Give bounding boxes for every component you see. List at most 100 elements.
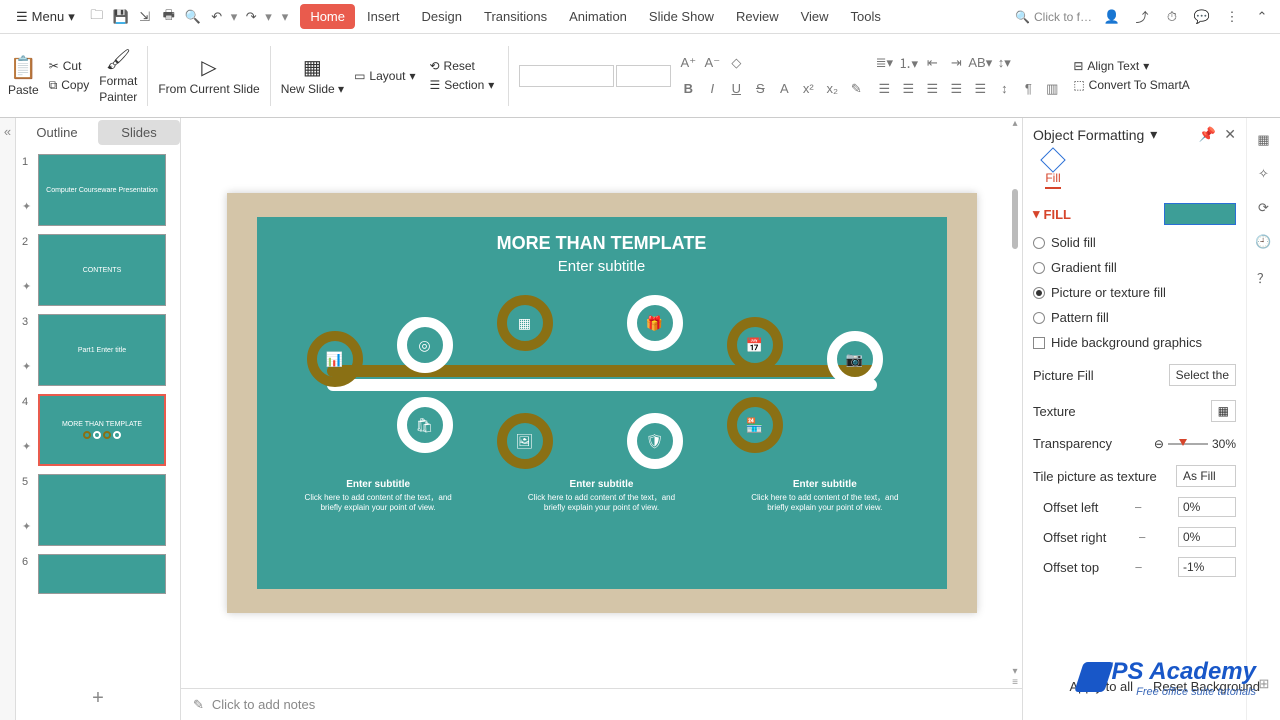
section-button[interactable]: ☰Section ▾ bbox=[425, 77, 498, 93]
clear-format-icon[interactable]: ◇ bbox=[725, 52, 747, 74]
offset-top-input[interactable]: -1% bbox=[1178, 557, 1236, 577]
redo-icon[interactable]: ↷ bbox=[241, 7, 261, 27]
italic-button[interactable]: I bbox=[701, 78, 723, 100]
fill-tab[interactable]: Fill bbox=[1033, 151, 1073, 189]
thumbnail-4[interactable]: MORE THAN TEMPLATE bbox=[38, 394, 166, 466]
reset-button[interactable]: ⟲Reset bbox=[425, 58, 498, 74]
align-right-button[interactable]: ☰ bbox=[921, 78, 943, 100]
offset-right-input[interactable]: 0% bbox=[1178, 527, 1236, 547]
bold-button[interactable]: B bbox=[677, 78, 699, 100]
align-text-button[interactable]: ⊟Align Text ▾ bbox=[1069, 58, 1194, 74]
font-color-button[interactable]: A bbox=[773, 78, 795, 100]
design-icon[interactable]: ✧ bbox=[1258, 166, 1269, 182]
font-family-select[interactable] bbox=[519, 65, 614, 87]
tab-tools[interactable]: Tools bbox=[841, 4, 891, 29]
strike-button[interactable]: S bbox=[749, 78, 771, 100]
undo-dropdown-icon[interactable]: ▾ bbox=[231, 9, 238, 25]
undo-icon[interactable]: ↶ bbox=[207, 7, 227, 27]
decrease-indent-button[interactable]: ⇤ bbox=[921, 52, 943, 74]
collapse-ribbon-icon[interactable]: ⌃ bbox=[1252, 7, 1272, 27]
font-size-select[interactable] bbox=[616, 65, 671, 87]
picture-fill-radio[interactable]: Picture or texture fill bbox=[1033, 285, 1236, 300]
outline-tab[interactable]: Outline bbox=[16, 120, 98, 145]
thumb-row[interactable]: 3✦Part1 Enter title bbox=[16, 310, 180, 390]
columns-button[interactable]: ▥ bbox=[1041, 78, 1063, 100]
reset-background-button[interactable]: Reset Background bbox=[1153, 679, 1246, 694]
add-slide-button[interactable]: + bbox=[16, 677, 180, 720]
increase-font-icon[interactable]: A⁺ bbox=[677, 52, 699, 74]
vertical-scrollbar[interactable]: ▴▾≡ bbox=[1008, 118, 1022, 688]
subscript-button[interactable]: x₂ bbox=[821, 78, 843, 100]
cut-button[interactable]: ✂Cut bbox=[45, 58, 94, 74]
tab-slideshow[interactable]: Slide Show bbox=[639, 4, 724, 29]
view-grid-icon[interactable]: ⊞ bbox=[1254, 674, 1274, 694]
thumb-row[interactable]: 2✦CONTENTS bbox=[16, 230, 180, 310]
tab-home[interactable]: Home bbox=[300, 4, 355, 29]
save-icon[interactable]: 💾 bbox=[111, 7, 131, 27]
thumb-row[interactable]: 4✦MORE THAN TEMPLATE bbox=[16, 390, 180, 470]
paste-button[interactable]: 📋 Paste bbox=[8, 55, 39, 97]
texture-select[interactable]: ▦ bbox=[1211, 400, 1236, 422]
from-current-slide-button[interactable]: ▷ From Current Slide bbox=[158, 55, 259, 96]
picture-fill-select[interactable]: Select the bbox=[1169, 364, 1236, 386]
line-spacing-button[interactable]: ↕ bbox=[993, 78, 1015, 100]
fill-preview[interactable] bbox=[1164, 203, 1236, 225]
close-icon[interactable]: ✕ bbox=[1224, 126, 1236, 143]
thumbnail-3[interactable]: Part1 Enter title bbox=[38, 314, 166, 386]
offset-left-input[interactable]: 0% bbox=[1178, 497, 1236, 517]
solid-fill-radio[interactable]: Solid fill bbox=[1033, 235, 1236, 250]
more-icon[interactable]: ⋮ bbox=[1222, 7, 1242, 27]
search-input[interactable]: 🔍 Click to f… bbox=[1015, 10, 1092, 24]
thumb-row[interactable]: 5✦ bbox=[16, 470, 180, 550]
tab-view[interactable]: View bbox=[791, 4, 839, 29]
properties-icon[interactable]: ▦ bbox=[1257, 132, 1269, 148]
notes-bar[interactable]: ✎ Click to add notes bbox=[181, 688, 1022, 720]
format-painter-button[interactable]: 🖌 Format Painter bbox=[99, 47, 137, 104]
export-icon[interactable]: ⇲ bbox=[135, 7, 155, 27]
thumbnail-6[interactable] bbox=[38, 554, 166, 594]
transparency-slider[interactable] bbox=[1168, 443, 1208, 445]
tab-review[interactable]: Review bbox=[726, 4, 789, 29]
panel-dropdown-icon[interactable]: ▾ bbox=[1150, 126, 1157, 143]
thumb-row[interactable]: 1✦Computer Courseware Presentation bbox=[16, 150, 180, 230]
tile-select[interactable]: As Fill bbox=[1176, 465, 1236, 487]
menu-button[interactable]: ☰ Menu ▾ bbox=[8, 5, 83, 29]
tab-transitions[interactable]: Transitions bbox=[474, 4, 557, 29]
tab-design[interactable]: Design bbox=[412, 4, 472, 29]
share-icon[interactable]: ⤴ bbox=[1132, 7, 1152, 27]
redo-dropdown-icon[interactable]: ▾ bbox=[265, 9, 272, 25]
gradient-fill-radio[interactable]: Gradient fill bbox=[1033, 260, 1236, 275]
thumbnail-5[interactable] bbox=[38, 474, 166, 546]
copy-button[interactable]: ⧉Copy bbox=[45, 77, 94, 94]
thumbnail-1[interactable]: Computer Courseware Presentation bbox=[38, 154, 166, 226]
open-icon[interactable]: 🗀 bbox=[87, 7, 107, 27]
convert-smartart-button[interactable]: ⬚Convert To SmartA bbox=[1069, 77, 1194, 93]
numbering-button[interactable]: ⒈▾ bbox=[897, 52, 919, 74]
tab-insert[interactable]: Insert bbox=[357, 4, 410, 29]
animation-pane-icon[interactable]: ⟳ bbox=[1258, 200, 1269, 216]
underline-button[interactable]: U bbox=[725, 78, 747, 100]
user-icon[interactable]: 👤 bbox=[1102, 7, 1122, 27]
pin-icon[interactable]: 📌 bbox=[1199, 126, 1216, 143]
align-center-button[interactable]: ☰ bbox=[897, 78, 919, 100]
slides-tab[interactable]: Slides bbox=[98, 120, 180, 145]
print-icon[interactable]: 🖶 bbox=[159, 7, 179, 27]
help-icon[interactable]: ？ bbox=[1257, 268, 1270, 287]
thumb-row[interactable]: 6 bbox=[16, 550, 180, 598]
justify-button[interactable]: ☰ bbox=[945, 78, 967, 100]
text-direction-button[interactable]: AB▾ bbox=[969, 52, 991, 74]
align-left-button[interactable]: ☰ bbox=[873, 78, 895, 100]
new-slide-button[interactable]: ▦ New Slide ▾ bbox=[281, 55, 344, 96]
fill-section-header[interactable]: ▾ FILL bbox=[1033, 203, 1236, 225]
hide-bg-checkbox[interactable]: Hide background graphics bbox=[1033, 335, 1236, 350]
increase-indent-button[interactable]: ⇥ bbox=[945, 52, 967, 74]
minus-icon[interactable]: ⊖ bbox=[1154, 437, 1164, 451]
sort-button[interactable]: ↕▾ bbox=[993, 52, 1015, 74]
superscript-button[interactable]: x² bbox=[797, 78, 819, 100]
qat-dropdown-icon[interactable]: ▾ bbox=[282, 9, 289, 25]
comment-icon[interactable]: 💬 bbox=[1192, 7, 1212, 27]
bullets-button[interactable]: ≣▾ bbox=[873, 52, 895, 74]
history-icon[interactable]: 🕘 bbox=[1255, 234, 1271, 250]
tab-animation[interactable]: Animation bbox=[559, 4, 637, 29]
collapse-panel-button[interactable]: « bbox=[0, 118, 16, 720]
